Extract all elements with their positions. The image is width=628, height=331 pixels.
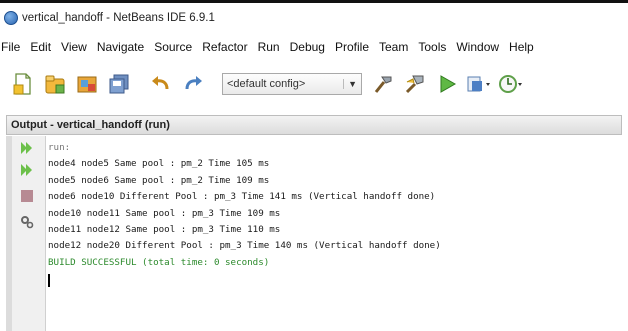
menu-window[interactable]: Window (456, 40, 499, 54)
console-line: node6 node10 Different Pool : pm_3 Time … (48, 191, 436, 203)
console-input-line[interactable] (48, 271, 623, 288)
open-project-icon[interactable] (74, 71, 100, 97)
menu-source[interactable]: Source (154, 40, 192, 54)
top-border (0, 0, 628, 3)
undo-icon[interactable] (148, 71, 174, 97)
stop-icon[interactable] (18, 188, 36, 204)
settings-icon[interactable] (18, 214, 36, 230)
text-caret (48, 274, 50, 288)
console-line: node11 node12 Same pool : pm_3 Time 110 … (48, 223, 281, 235)
debug-icon[interactable] (466, 71, 492, 97)
save-all-icon[interactable] (106, 71, 132, 97)
menu-profile[interactable]: Profile (335, 40, 369, 54)
menu-run[interactable]: Run (258, 40, 280, 54)
configuration-select[interactable]: <default config> ▼ (222, 73, 362, 95)
console-line: node12 node20 Different Pool : pm_3 Time… (48, 240, 441, 252)
profile-icon[interactable] (498, 71, 524, 97)
run-icon[interactable] (434, 71, 460, 97)
console-line: node5 node6 Same pool : pm_2 Time 109 ms (48, 174, 270, 186)
console-line: node4 node5 Same pool : pm_2 Time 105 ms (48, 158, 270, 170)
netbeans-icon (4, 11, 18, 25)
redo-icon[interactable] (180, 71, 206, 97)
build-status-line: BUILD SUCCESSFUL (total time: 0 seconds) (48, 256, 270, 268)
menu-navigate[interactable]: Navigate (97, 40, 144, 54)
rerun-with-options-icon[interactable] (18, 162, 36, 178)
menu-edit[interactable]: Edit (30, 40, 51, 54)
title-bar: vertical_handoff - NetBeans IDE 6.9.1 (0, 5, 628, 31)
build-icon[interactable] (402, 71, 428, 97)
menu-file[interactable]: File (1, 40, 20, 54)
output-panel-title: Output - vertical_handoff (run) (11, 119, 170, 131)
new-file-icon[interactable] (10, 71, 36, 97)
rerun-icon[interactable] (18, 140, 36, 156)
menu-tools[interactable]: Tools (418, 40, 446, 54)
console-line: run: (48, 142, 71, 153)
output-side-toolbar (12, 136, 46, 331)
menu-refactor[interactable]: Refactor (202, 40, 247, 54)
output-console[interactable]: run: node4 node5 Same pool : pm_2 Time 1… (48, 140, 623, 328)
menu-view[interactable]: View (61, 40, 87, 54)
output-panel-header[interactable]: Output - vertical_handoff (run) (6, 115, 622, 135)
configuration-value: <default config> (227, 78, 306, 90)
console-line: node10 node11 Same pool : pm_3 Time 109 … (48, 207, 281, 219)
new-project-icon[interactable] (42, 71, 68, 97)
clean-build-icon[interactable] (370, 71, 396, 97)
menu-help[interactable]: Help (509, 40, 534, 54)
window-title: vertical_handoff - NetBeans IDE 6.9.1 (22, 12, 215, 24)
menu-bar: File Edit View Navigate Source Refactor … (0, 37, 628, 57)
chevron-down-icon: ▼ (343, 79, 357, 89)
menu-team[interactable]: Team (379, 40, 408, 54)
main-toolbar: <default config> ▼ (0, 62, 628, 106)
menu-debug[interactable]: Debug (290, 40, 325, 54)
